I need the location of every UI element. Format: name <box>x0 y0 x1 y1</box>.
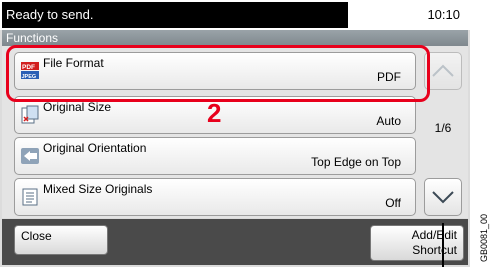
original-orientation-label: Original Orientation <box>43 141 147 155</box>
mixed-size-icon <box>21 187 39 207</box>
status-time: 10:10 <box>427 7 460 22</box>
mixed-size-originals-label: Mixed Size Originals <box>43 182 153 196</box>
original-orientation-value: Top Edge on Top <box>311 155 401 169</box>
original-size-label: Original Size <box>43 100 112 114</box>
orientation-icon <box>21 146 39 166</box>
screen: Ready to send. 10:10 Functions PDF JPEG … <box>0 0 470 267</box>
functions-title: Functions <box>2 30 468 46</box>
status-message: Ready to send. <box>2 2 348 28</box>
step-callout: 2 <box>207 98 222 128</box>
original-size-value: Auto <box>376 114 401 128</box>
figure-code: GB0081_00 <box>479 213 489 262</box>
status-bar: Ready to send. 10:10 <box>0 0 470 30</box>
chevron-down-icon <box>432 191 454 204</box>
original-size-icon <box>21 105 39 125</box>
scroll-down-button[interactable] <box>424 178 462 216</box>
highlight-frame <box>6 45 430 102</box>
close-button[interactable]: Close <box>14 225 108 255</box>
page-indicator: 1/6 <box>434 121 452 135</box>
add-edit-label: Add/Edit <box>411 228 457 242</box>
chevron-up-icon <box>432 64 454 77</box>
shortcut-label: Shortcut <box>412 243 457 257</box>
original-orientation-row[interactable]: Original Orientation Top Edge on Top <box>14 137 416 175</box>
add-edit-shortcut-button[interactable]: Add/Edit Shortcut <box>370 225 464 261</box>
mixed-size-originals-value: Off <box>385 196 401 210</box>
pointer-line <box>442 223 444 267</box>
mixed-size-originals-row[interactable]: Mixed Size Originals Off <box>14 178 416 216</box>
